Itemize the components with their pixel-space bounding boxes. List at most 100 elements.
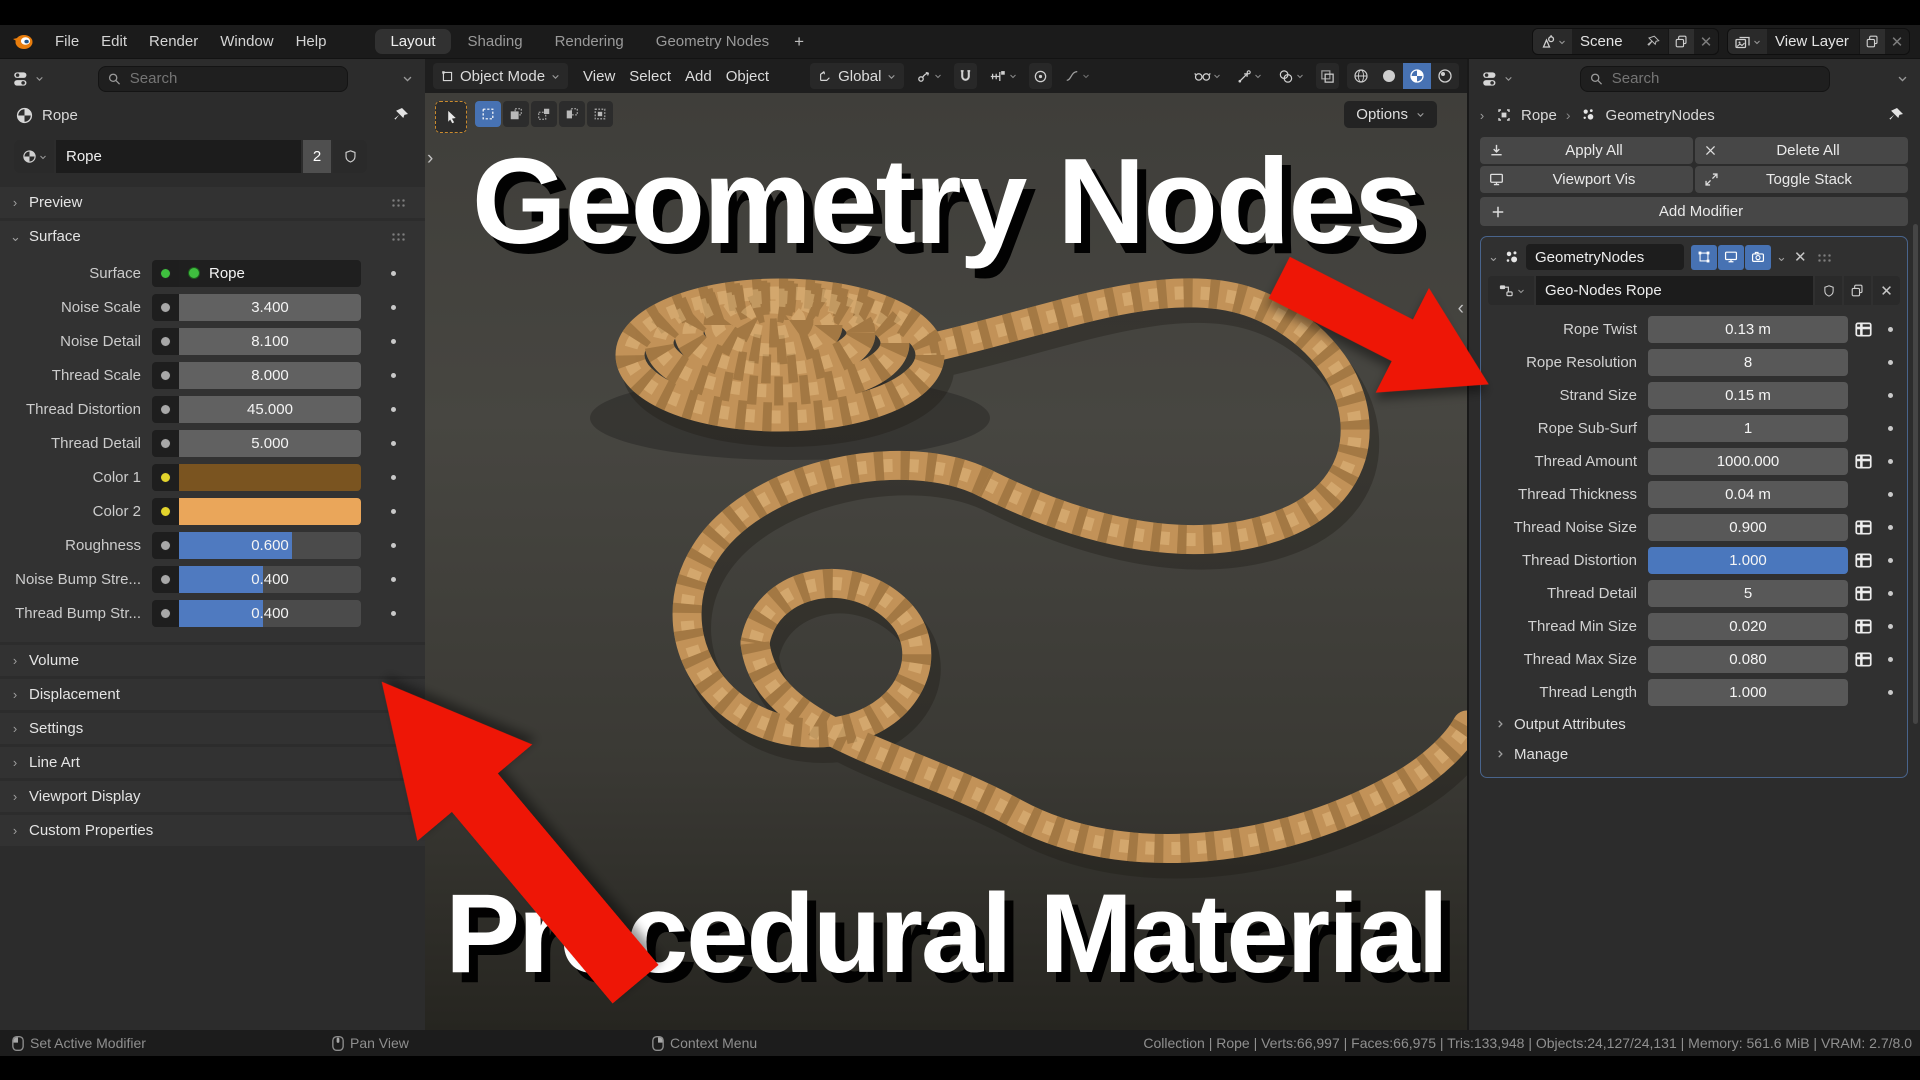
remove-modifier-button[interactable]: ✕ bbox=[1791, 248, 1810, 266]
select-box-button[interactable] bbox=[475, 101, 501, 127]
blender-logo-icon[interactable] bbox=[10, 31, 36, 53]
scrollbar[interactable] bbox=[1913, 224, 1918, 724]
select-extend-button[interactable] bbox=[503, 101, 529, 127]
animate-dot[interactable] bbox=[1888, 327, 1893, 332]
input-attribute-toggle[interactable] bbox=[1848, 519, 1878, 536]
panel-header[interactable]: ›Custom Properties bbox=[0, 815, 425, 846]
animate-dot[interactable] bbox=[391, 441, 396, 446]
unlink-node-group-button[interactable]: ✕ bbox=[1873, 276, 1900, 305]
menu-help[interactable]: Help bbox=[285, 30, 338, 53]
viewport-menu-object[interactable]: Object bbox=[719, 68, 776, 85]
breadcrumb-modifier-name[interactable]: GeometryNodes bbox=[1606, 107, 1715, 124]
shading-solid-button[interactable] bbox=[1375, 63, 1403, 89]
color-swatch[interactable] bbox=[179, 498, 361, 525]
workspace-tab-geometry-nodes[interactable]: Geometry Nodes bbox=[641, 29, 784, 54]
animate-dot[interactable] bbox=[391, 407, 396, 412]
param-value-field[interactable]: 0.900 bbox=[1648, 514, 1848, 541]
param-value-field[interactable]: 0.13 m bbox=[1648, 316, 1848, 343]
modifier-extras-chevron[interactable]: ⌄ bbox=[1776, 249, 1786, 265]
search-input[interactable] bbox=[1610, 69, 1820, 88]
add-modifier-button[interactable]: Add Modifier bbox=[1480, 197, 1908, 226]
editor-type-button[interactable] bbox=[1481, 70, 1513, 88]
material-name-field[interactable]: Rope bbox=[56, 140, 301, 173]
select-intersect-button[interactable] bbox=[587, 101, 613, 127]
active-tool-select-button[interactable] bbox=[435, 101, 467, 133]
viewport-menu-view[interactable]: View bbox=[576, 68, 622, 85]
chevron-right-icon[interactable]: › bbox=[1477, 108, 1487, 123]
add-workspace-button[interactable]: + bbox=[786, 30, 812, 54]
modifier-section-manage[interactable]: Manage bbox=[1486, 739, 1902, 769]
node-socket-button[interactable] bbox=[152, 600, 179, 627]
value-slider[interactable]: 0.400 bbox=[179, 600, 361, 627]
modifier-drag-handle[interactable] bbox=[1817, 253, 1833, 262]
viewport-display-toggle[interactable] bbox=[1718, 245, 1744, 270]
param-value-field[interactable]: 5 bbox=[1648, 580, 1848, 607]
node-socket-button[interactable] bbox=[152, 362, 179, 389]
param-value-field[interactable]: 1.000 bbox=[1648, 547, 1848, 574]
search-input[interactable] bbox=[128, 69, 338, 88]
workspace-tab-shading[interactable]: Shading bbox=[453, 29, 538, 54]
fake-user-shield-button[interactable] bbox=[1815, 276, 1842, 305]
param-value-field[interactable]: 1000.000 bbox=[1648, 448, 1848, 475]
panel-header[interactable]: ›Viewport Display bbox=[0, 781, 425, 812]
viewport-options-button[interactable]: Options bbox=[1344, 101, 1437, 128]
value-slider[interactable]: 8.000 bbox=[179, 362, 361, 389]
node-socket-button[interactable] bbox=[152, 396, 179, 423]
modifier-name-field[interactable]: GeometryNodes bbox=[1526, 244, 1684, 270]
render-display-toggle[interactable] bbox=[1745, 245, 1771, 270]
modifier-section-output-attributes[interactable]: Output Attributes bbox=[1486, 709, 1902, 739]
node-group-name-field[interactable]: Geo-Nodes Rope bbox=[1536, 276, 1813, 305]
node-socket-button[interactable] bbox=[152, 430, 179, 457]
animate-dot[interactable] bbox=[1888, 393, 1893, 398]
animate-dot[interactable] bbox=[391, 509, 396, 514]
color-swatch[interactable] bbox=[179, 464, 361, 491]
animate-dot[interactable] bbox=[391, 305, 396, 310]
value-slider[interactable]: 0.600 bbox=[179, 532, 361, 559]
animate-dot[interactable] bbox=[391, 475, 396, 480]
param-value-field[interactable]: 1 bbox=[1648, 415, 1848, 442]
new-node-group-button[interactable] bbox=[1844, 276, 1871, 305]
shading-wireframe-button[interactable] bbox=[1347, 63, 1375, 89]
animate-dot[interactable] bbox=[1888, 558, 1893, 563]
panel-header[interactable]: ›Displacement bbox=[0, 679, 425, 710]
input-attribute-toggle[interactable] bbox=[1848, 552, 1878, 569]
browse-node-group-button[interactable] bbox=[1488, 276, 1534, 305]
mode-dropdown[interactable]: Object Mode bbox=[433, 63, 568, 89]
expand-sidebar-chevron[interactable]: ‹ bbox=[1458, 299, 1464, 318]
workspace-tab-rendering[interactable]: Rendering bbox=[540, 29, 639, 54]
toggle-xray-button[interactable] bbox=[1316, 63, 1339, 89]
toggle-stack-button[interactable]: Toggle Stack bbox=[1695, 166, 1908, 193]
menu-window[interactable]: Window bbox=[209, 30, 284, 53]
edit-mode-toggle[interactable] bbox=[1691, 245, 1717, 270]
material-users-button[interactable]: 2 bbox=[303, 140, 331, 173]
select-invert-button[interactable] bbox=[559, 101, 585, 127]
header-collapse-chevron-icon[interactable] bbox=[1897, 73, 1908, 84]
value-slider[interactable]: 3.400 bbox=[179, 294, 361, 321]
fake-user-shield-button[interactable] bbox=[333, 140, 367, 173]
transform-orientation-dropdown[interactable]: Global bbox=[810, 63, 904, 89]
animate-dot[interactable] bbox=[1888, 657, 1893, 662]
object-visibility-button[interactable] bbox=[1190, 63, 1225, 89]
animate-dot[interactable] bbox=[391, 271, 396, 276]
snap-target-button[interactable] bbox=[985, 63, 1021, 89]
animate-dot[interactable] bbox=[1888, 591, 1893, 596]
node-socket-button[interactable] bbox=[152, 464, 179, 491]
apply-all-button[interactable]: Apply All bbox=[1480, 137, 1693, 164]
input-attribute-toggle[interactable] bbox=[1848, 585, 1878, 602]
new-scene-button[interactable] bbox=[1668, 29, 1694, 54]
param-value-field[interactable]: 0.020 bbox=[1648, 613, 1848, 640]
shading-rendered-button[interactable] bbox=[1431, 63, 1459, 89]
breadcrumb-object-name[interactable]: Rope bbox=[1521, 107, 1557, 124]
node-socket-button[interactable] bbox=[152, 532, 179, 559]
pin-icon[interactable] bbox=[393, 107, 409, 123]
snap-magnet-button[interactable] bbox=[954, 63, 977, 89]
shader-field[interactable]: Rope bbox=[179, 260, 361, 287]
browse-material-button[interactable] bbox=[14, 140, 54, 173]
proportional-editing-button[interactable] bbox=[1029, 63, 1052, 89]
animate-dot[interactable] bbox=[391, 543, 396, 548]
header-collapse-chevron-icon[interactable] bbox=[402, 73, 413, 84]
unlink-scene-button[interactable]: ✕ bbox=[1694, 29, 1718, 54]
select-subtract-button[interactable] bbox=[531, 101, 557, 127]
viewport-canvas[interactable]: Options › ‹ Geometry Nodes Procedural Ma… bbox=[425, 93, 1467, 1030]
animate-dot[interactable] bbox=[1888, 525, 1893, 530]
